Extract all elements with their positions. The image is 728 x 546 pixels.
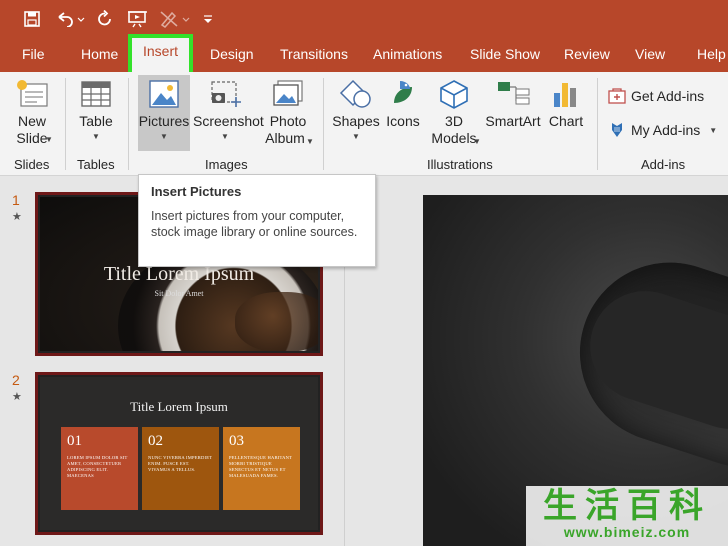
my-add-ins-dropdown-icon[interactable]: ▼ bbox=[709, 126, 717, 135]
smartart-label: SmartArt bbox=[485, 113, 541, 129]
shapes-dropdown-icon: ▼ bbox=[352, 132, 360, 141]
watermark-chinese-text: 生活百科 bbox=[543, 487, 711, 525]
slide-2-transition-marker: ★ bbox=[12, 391, 22, 403]
table-button[interactable]: Table ▼ bbox=[71, 79, 121, 142]
tab-review[interactable]: Review bbox=[564, 38, 610, 72]
card-3-text: Pellentesque habitant morbi tristique se… bbox=[229, 455, 293, 478]
ribbon: New Slide ▼ Slides Table ▼ Tables Pictur… bbox=[0, 72, 728, 176]
tab-design[interactable]: Design bbox=[210, 38, 254, 72]
store-icon bbox=[608, 88, 626, 104]
get-add-ins-label: Get Add-ins bbox=[631, 88, 705, 104]
new-slide-label-1: New bbox=[17, 113, 46, 129]
slide-number-1: 1 bbox=[12, 192, 20, 208]
icons-icon bbox=[394, 81, 412, 103]
my-add-ins-button[interactable]: My Add-ins ▼ bbox=[608, 119, 717, 141]
group-label-slides: Slides bbox=[14, 157, 50, 172]
3d-models-dropdown-icon[interactable]: ▼ bbox=[473, 137, 481, 146]
card-1-number: 01 bbox=[67, 433, 82, 449]
present-from-beginning-icon[interactable] bbox=[126, 8, 150, 30]
coffee-beans-image bbox=[235, 292, 318, 351]
title-bar bbox=[0, 0, 728, 38]
icons-label: Icons bbox=[386, 113, 420, 129]
screenshot-dropdown-icon: ▼ bbox=[221, 132, 229, 141]
shapes-button[interactable]: Shapes ▼ bbox=[331, 79, 381, 142]
smartart-icon bbox=[498, 82, 530, 105]
chart-button[interactable]: Chart bbox=[546, 79, 586, 130]
pen-icon[interactable] bbox=[158, 8, 192, 30]
3d-models-icon bbox=[440, 80, 468, 109]
screenshot-button[interactable]: Screenshot ▼ bbox=[193, 79, 264, 142]
slide-1-transition-marker: ★ bbox=[12, 211, 22, 223]
card-1-text: Lorem ipsum dolor sit amet, consectetuer… bbox=[67, 455, 128, 478]
table-dropdown-icon: ▼ bbox=[92, 132, 100, 141]
customize-toolbar-icon[interactable] bbox=[200, 8, 216, 30]
slide-2-card-2: 02 Nunc viverra imperdiet enim. Fusce es… bbox=[142, 427, 219, 510]
table-label: Table bbox=[79, 113, 113, 129]
screenshot-icon bbox=[211, 81, 241, 107]
slide-2-card-3: 03 Pellentesque habitant morbi tristique… bbox=[223, 427, 300, 510]
group-label-add-ins: Add-ins bbox=[641, 157, 686, 172]
tab-help[interactable]: Help bbox=[697, 38, 726, 72]
insert-pictures-tooltip: Insert Pictures Insert pictures from you… bbox=[138, 174, 376, 267]
tab-slide-show[interactable]: Slide Show bbox=[470, 38, 540, 72]
tab-home[interactable]: Home bbox=[81, 38, 118, 72]
tooltip-title: Insert Pictures bbox=[151, 184, 242, 199]
separator bbox=[597, 78, 598, 170]
photo-album-label-1: Photo bbox=[269, 113, 307, 129]
tab-transitions[interactable]: Transitions bbox=[280, 38, 348, 72]
photo-album-icon bbox=[273, 80, 303, 106]
slide-2-title: Title Lorem Ipsum bbox=[130, 399, 228, 414]
slide-thumbnail-2[interactable]: Title Lorem Ipsum 01 Lorem ipsum dolor s… bbox=[35, 372, 323, 535]
shapes-label: Shapes bbox=[332, 113, 380, 129]
card-2-text: Nunc viverra imperdiet enim. Fusce est. … bbox=[148, 455, 213, 472]
photo-album-label-2: Album bbox=[265, 130, 305, 146]
tab-insert[interactable]: Insert bbox=[128, 34, 194, 76]
pictures-icon bbox=[149, 80, 179, 108]
separator bbox=[323, 78, 324, 170]
pictures-button[interactable]: Pictures ▼ bbox=[138, 75, 190, 151]
new-slide-dropdown-icon[interactable]: ▼ bbox=[45, 135, 53, 144]
redo-icon[interactable] bbox=[94, 8, 116, 30]
card-3-number: 03 bbox=[229, 433, 244, 449]
separator bbox=[128, 78, 129, 170]
smartart-button[interactable]: SmartArt bbox=[484, 79, 542, 130]
card-2-number: 02 bbox=[148, 433, 163, 449]
tab-animations[interactable]: Animations bbox=[373, 38, 442, 72]
watermark: 生活百科 www.bimeiz.com bbox=[526, 486, 728, 546]
group-label-illustrations: Illustrations bbox=[427, 157, 493, 172]
photo-album-dropdown-icon[interactable]: ▼ bbox=[306, 137, 314, 146]
group-label-tables: Tables bbox=[77, 157, 115, 172]
screenshot-label: Screenshot bbox=[193, 113, 264, 129]
slide-1-subtitle: Sit Dolor Amet bbox=[154, 289, 204, 298]
slide-2-card-1: 01 Lorem ipsum dolor sit amet, consectet… bbox=[61, 427, 138, 510]
puzzle-icon bbox=[612, 123, 622, 137]
tooltip-body: Insert pictures from your computer, stoc… bbox=[151, 209, 358, 239]
get-add-ins-button[interactable]: Get Add-ins bbox=[608, 85, 704, 107]
3d-models-label-1: 3D bbox=[445, 113, 463, 129]
ribbon-tabs: File Home Insert Design Transitions Anim… bbox=[0, 34, 728, 76]
group-label-images: Images bbox=[205, 157, 248, 172]
new-slide-icon bbox=[17, 80, 48, 107]
tab-file[interactable]: File bbox=[22, 38, 45, 72]
my-add-ins-label: My Add-ins bbox=[631, 122, 701, 138]
pictures-dropdown-icon: ▼ bbox=[160, 132, 168, 141]
slide-number-2: 2 bbox=[12, 372, 20, 388]
pictures-label: Pictures bbox=[138, 113, 190, 129]
tab-view[interactable]: View bbox=[635, 38, 665, 72]
chart-label: Chart bbox=[548, 113, 584, 129]
undo-icon[interactable] bbox=[54, 8, 86, 30]
icons-button[interactable]: Icons bbox=[383, 79, 423, 130]
watermark-url: www.bimeiz.com bbox=[563, 524, 691, 540]
table-icon bbox=[81, 81, 111, 107]
shapes-icon bbox=[339, 79, 371, 108]
save-icon[interactable] bbox=[20, 8, 44, 30]
separator bbox=[65, 78, 66, 170]
chart-icon bbox=[554, 83, 576, 107]
